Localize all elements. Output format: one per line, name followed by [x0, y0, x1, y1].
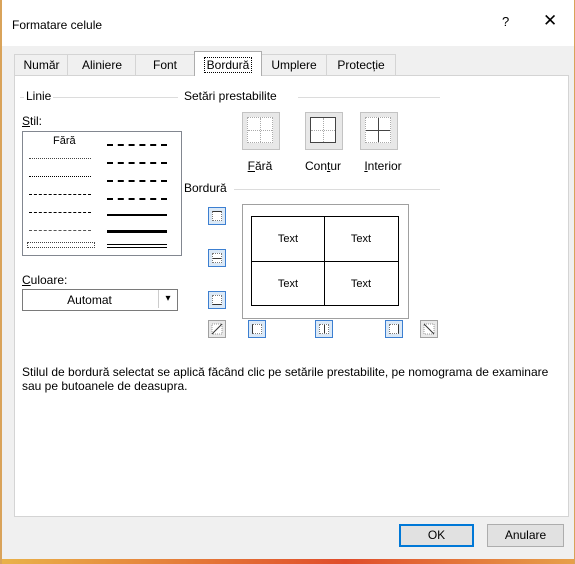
- line-style-selected-thin[interactable]: [27, 242, 95, 248]
- line-style-dash-dot[interactable]: [29, 212, 91, 213]
- line-style-double[interactable]: [107, 244, 167, 248]
- label-text: Con: [304, 159, 327, 173]
- preview-inside-horizontal: [252, 261, 398, 262]
- line-style-list[interactable]: Fără: [22, 131, 182, 256]
- line-style-hair[interactable]: [29, 158, 91, 159]
- preset-outline-button[interactable]: [305, 112, 343, 150]
- label-text: nterior: [367, 159, 402, 173]
- border-group-label: Bordură: [182, 181, 229, 195]
- help-icon[interactable]: ?: [502, 14, 509, 29]
- color-value: Automat: [67, 293, 112, 307]
- preset-outline-icon: [310, 117, 336, 143]
- diagonal-down-glyph: [423, 323, 435, 335]
- format-cells-dialog: Formatare celule ? ✕ Număr Aliniere Font…: [0, 0, 575, 564]
- presets-separator: [298, 97, 440, 98]
- chevron-down-icon[interactable]: ▾: [158, 290, 177, 308]
- color-dropdown[interactable]: Automat ▾: [22, 289, 178, 311]
- diagonal-up-glyph: [211, 323, 223, 335]
- border-bottom-glyph: [212, 295, 222, 305]
- color-label-mnemonic: C: [22, 273, 31, 287]
- line-style-dashed[interactable]: [29, 230, 91, 231]
- tab-alignment[interactable]: Aliniere: [67, 54, 137, 76]
- border-separator: [234, 189, 440, 190]
- color-label: Culoare:: [22, 273, 67, 287]
- tab-protection[interactable]: Protecție: [326, 54, 396, 76]
- cancel-button[interactable]: Anulare: [487, 524, 564, 547]
- line-group-label: Linie: [24, 89, 54, 103]
- preset-none-icon: [247, 117, 273, 143]
- diagonal-down-icon[interactable]: [420, 320, 438, 338]
- dialog-title: Formatare celule: [12, 18, 103, 32]
- close-icon[interactable]: ✕: [543, 11, 557, 31]
- preview-cell-text: Text: [350, 233, 372, 245]
- label-text: ără: [255, 159, 273, 173]
- presets-group-label: Setări prestabilite: [182, 89, 279, 103]
- tab-label: Protecție: [337, 58, 385, 72]
- tab-font[interactable]: Font: [135, 54, 195, 76]
- preset-inside-label: Interior: [343, 159, 423, 173]
- preset-none-button[interactable]: [242, 112, 280, 150]
- window-frame-accent: [2, 559, 574, 564]
- tab-label: Aliniere: [81, 58, 123, 72]
- title-bar: Formatare celule ? ✕: [2, 0, 574, 46]
- style-label-mnemonic: S: [22, 114, 31, 128]
- tab-label: Font: [152, 58, 177, 72]
- border-top-glyph: [212, 211, 222, 221]
- label-text: ur: [330, 159, 342, 173]
- line-style-dash-dot-dot[interactable]: [29, 194, 91, 195]
- border-left-icon[interactable]: [248, 320, 266, 338]
- border-right-glyph: [389, 324, 399, 334]
- ok-button[interactable]: OK: [399, 524, 474, 547]
- border-preview[interactable]: Text Text Text Text: [242, 204, 409, 319]
- preview-cell-text: Text: [277, 278, 299, 290]
- tab-label: Umplere: [271, 58, 317, 72]
- border-inside-horizontal-icon[interactable]: [208, 249, 226, 267]
- tab-border[interactable]: Bordură: [194, 51, 262, 76]
- border-top-icon[interactable]: [208, 207, 226, 225]
- preview-grid[interactable]: Text Text Text Text: [251, 216, 399, 306]
- line-style-medium[interactable]: [107, 214, 167, 216]
- mnemonic: F: [247, 159, 255, 173]
- line-style-medium-dash-dot-dot[interactable]: [107, 144, 167, 146]
- border-left-glyph: [252, 324, 262, 334]
- style-label: Stil:: [22, 114, 42, 128]
- line-style-medium-dash-dot[interactable]: [107, 180, 167, 182]
- preview-cell-text: Text: [350, 278, 372, 290]
- border-inside-vertical-glyph: [319, 324, 329, 334]
- diagonal-up-icon[interactable]: [208, 320, 226, 338]
- preset-inside-button[interactable]: [360, 112, 398, 150]
- tab-number[interactable]: Număr: [14, 54, 69, 76]
- tab-label: Bordură: [203, 57, 253, 73]
- border-inside-horizontal-glyph: [212, 253, 222, 263]
- preview-cell-text: Text: [277, 233, 299, 245]
- border-right-icon[interactable]: [385, 320, 403, 338]
- line-style-dotted[interactable]: [29, 176, 91, 177]
- tab-label: Număr: [23, 58, 60, 72]
- line-style-thick[interactable]: [107, 230, 167, 233]
- border-bottom-icon[interactable]: [208, 291, 226, 309]
- line-style-none[interactable]: Fără: [53, 135, 76, 147]
- info-text: Stilul de bordură selectat se aplică făc…: [22, 365, 549, 393]
- tab-fill[interactable]: Umplere: [260, 54, 328, 76]
- line-style-medium-dashed[interactable]: [107, 198, 167, 200]
- border-inside-vertical-icon[interactable]: [315, 320, 333, 338]
- style-label-text: til:: [30, 114, 43, 128]
- color-label-text: uloare:: [30, 273, 68, 287]
- line-style-slanted-dash-dot[interactable]: [107, 162, 167, 164]
- preset-inside-icon: [365, 117, 391, 143]
